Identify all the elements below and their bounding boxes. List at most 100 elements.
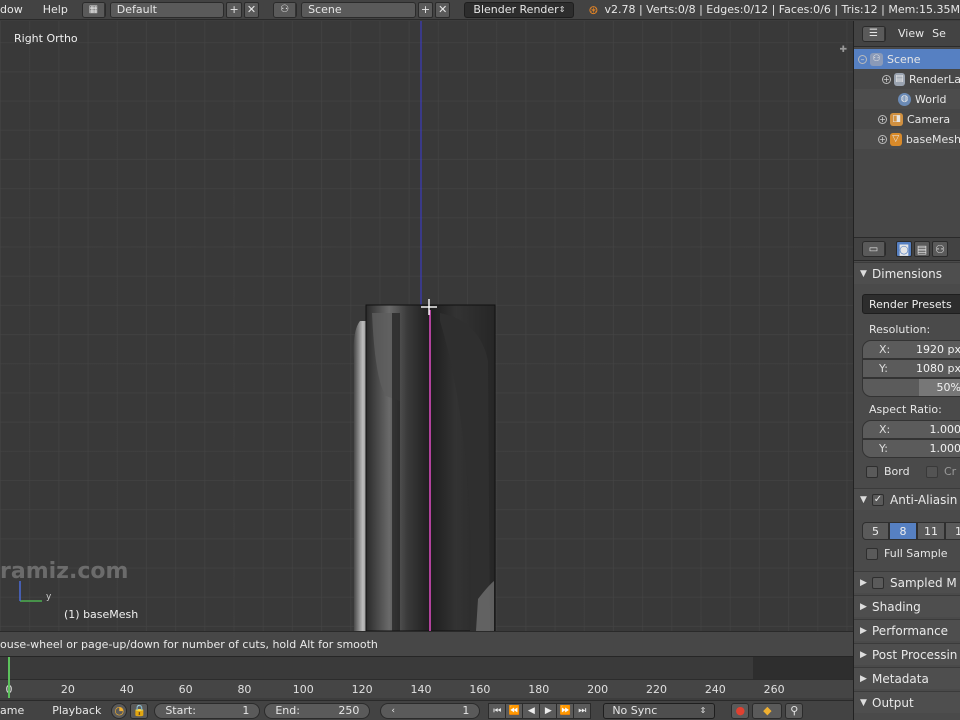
outliner-item-scene[interactable]: – ⚇ Scene [854, 49, 960, 69]
aspect-x-field[interactable]: X: 1.000 [862, 420, 960, 439]
outliner-item-label: World [915, 92, 947, 106]
outliner-item-world[interactable]: ◍ World [854, 89, 960, 109]
expand-icon[interactable]: + [882, 74, 891, 84]
resolution-percentage-slider[interactable]: 50% [862, 378, 960, 397]
3d-viewport[interactable]: y Right Ortho ✚ ramiz.com (1) baseMesh [0, 21, 853, 631]
lock-icon: 🔒 [132, 704, 147, 717]
render-presets-dropdown[interactable]: Render Presets [862, 294, 960, 314]
use-preview-range-button[interactable]: ◔ [111, 702, 128, 719]
outliner-item-render-layers[interactable]: + ▤ RenderLa [854, 69, 960, 89]
current-frame-value: 1 [462, 704, 470, 717]
keyframe-tool-button[interactable]: ⚲ [785, 702, 804, 719]
end-frame-field[interactable]: End: 250 [264, 702, 371, 719]
panel-metadata[interactable]: ▶ Metadata [854, 667, 960, 689]
panel-dimensions[interactable]: ▼ Dimensions [854, 262, 960, 284]
jump-keyframe-forward-button[interactable]: ⏩ [556, 702, 575, 719]
menu-help[interactable]: Help [33, 3, 78, 16]
start-frame-field[interactable]: Start: 1 [154, 702, 261, 719]
scene-stats: v2.78 | Verts:0/8 | Edges:0/12 | Faces:0… [604, 3, 960, 16]
tab-scene[interactable]: ⚇ [932, 241, 948, 257]
outliner-menu-view[interactable]: View [886, 27, 932, 40]
add-layout-button[interactable]: + [226, 1, 242, 18]
render-engine-name: Blender Render [473, 3, 559, 16]
triangle-down-icon: ▼ [860, 268, 867, 279]
viewport-canvas: y [19, 21, 496, 631]
keying-set-button[interactable]: ◆ [752, 702, 783, 719]
play-reverse-icon: ◀ [527, 705, 535, 716]
panel-output[interactable]: ▼ Output [854, 691, 960, 713]
timeline-ruler[interactable]: 020406080100120140160180200220240260 [0, 679, 853, 698]
outliner-editor-type[interactable]: ☰ [862, 25, 886, 42]
aa-samples-8[interactable]: 8 [889, 522, 917, 540]
remove-layout-button[interactable]: ✕ [243, 1, 260, 18]
timeline-tick-label: 220 [645, 683, 667, 696]
panel-sampled-motion-blur[interactable]: ▶ Sampled M [854, 571, 960, 593]
play-button[interactable]: ▶ [539, 702, 558, 719]
aa-samples-16[interactable]: 1 [945, 522, 960, 540]
key-insert-icon: ⚲ [790, 704, 799, 717]
sync-mode-dropdown[interactable]: No Sync ⇕ [603, 702, 716, 719]
jump-keyframe-back-button[interactable]: ⏪ [505, 702, 524, 719]
menu-playback[interactable]: Playback [34, 704, 111, 717]
properties-editor-type[interactable]: ▭ [862, 241, 886, 257]
collapse-icon[interactable]: – [858, 54, 867, 64]
panel-shading[interactable]: ▶ Shading [854, 595, 960, 617]
record-button[interactable]: ● [731, 702, 750, 719]
panel-title-sampled-motion: Sampled M [890, 575, 957, 590]
panel-anti-aliasing[interactable]: ▼ ✓ Anti-Aliasin [854, 488, 960, 510]
current-frame-cursor[interactable] [8, 657, 10, 698]
checkbox-checked-icon[interactable]: ✓ [872, 493, 884, 506]
resolution-x-value: 1920 px [916, 343, 960, 356]
resolution-y-field[interactable]: Y: 1080 px [862, 359, 960, 378]
play-reverse-button[interactable]: ◀ [522, 702, 541, 719]
expand-icon[interactable]: + [878, 114, 887, 124]
scene-field[interactable]: Scene [301, 1, 416, 18]
panel-post-processing[interactable]: ▶ Post Processin [854, 643, 960, 665]
screen-layout-field[interactable]: Default [109, 1, 225, 18]
panel-title-post-processing: Post Processin [872, 647, 958, 662]
screen-layout-selector[interactable]: ▦ [81, 1, 106, 18]
add-scene-button[interactable]: + [417, 1, 434, 18]
timeline-tick-label: 140 [410, 683, 432, 696]
checkbox-unchecked-icon [866, 548, 878, 560]
remove-scene-button[interactable]: ✕ [435, 1, 451, 18]
scene-selector[interactable]: ⚇ [273, 1, 298, 18]
resolution-percentage-value: 50% [936, 381, 960, 394]
layout-grid-icon: ▦ [83, 2, 105, 17]
resolution-y-value: 1080 px [916, 362, 960, 375]
outliner-tree[interactable]: – ⚇ Scene + ▤ RenderLa ◍ World + ◨ Camer… [854, 48, 960, 255]
menu-window[interactable]: dow [0, 3, 33, 16]
aa-samples-11[interactable]: 11 [917, 522, 945, 540]
outliner-item-basemesh[interactable]: + ▽ baseMesh [854, 129, 960, 149]
current-frame-field[interactable]: ‹ 1 [380, 702, 481, 719]
border-checkbox[interactable]: Bord [866, 465, 910, 478]
aa-samples-5[interactable]: 5 [862, 522, 889, 540]
close-icon: ✕ [438, 3, 448, 16]
panel-performance[interactable]: ▶ Performance [854, 619, 960, 641]
resolution-x-field[interactable]: X: 1920 px [862, 340, 960, 359]
region-toggle-icon[interactable]: ✚ [839, 45, 847, 55]
checkbox-unchecked-icon[interactable] [872, 576, 884, 589]
render-layers-icon: ▤ [893, 72, 905, 86]
operator-status-bar: ouse-wheel or page-up/down for number of… [0, 631, 853, 656]
expand-icon[interactable]: + [878, 134, 887, 144]
menu-frame[interactable]: ame [0, 704, 34, 717]
crop-checkbox[interactable]: Cr [926, 465, 956, 478]
lock-frame-range-button[interactable]: 🔒 [130, 702, 149, 719]
tab-render-layers[interactable]: ▤ [914, 241, 930, 257]
full-sample-checkbox[interactable]: Full Sample [866, 547, 948, 560]
outliner-item-camera[interactable]: + ◨ Camera [854, 109, 960, 129]
timeline-editor[interactable]: 020406080100120140160180200220240260 [0, 656, 853, 698]
jump-start-button[interactable]: ⏮ [488, 702, 507, 719]
render-engine-dropdown[interactable]: Blender Render ⇕ [464, 1, 575, 18]
timeline-tick-label: 160 [469, 683, 491, 696]
triangle-right-icon: ▶ [860, 625, 867, 636]
render-presets-label: Render Presets [869, 297, 952, 311]
outliner-menu-search[interactable]: Se [932, 27, 946, 40]
jump-end-button[interactable]: ⏭ [573, 702, 592, 719]
tab-render[interactable]: ◙ [896, 241, 912, 257]
aspect-x-value: 1.000 [929, 423, 960, 436]
timeline-tick-label: 60 [178, 683, 193, 696]
aspect-y-field[interactable]: Y: 1.000 [862, 439, 960, 458]
timeline-tick-label: 180 [528, 683, 550, 696]
